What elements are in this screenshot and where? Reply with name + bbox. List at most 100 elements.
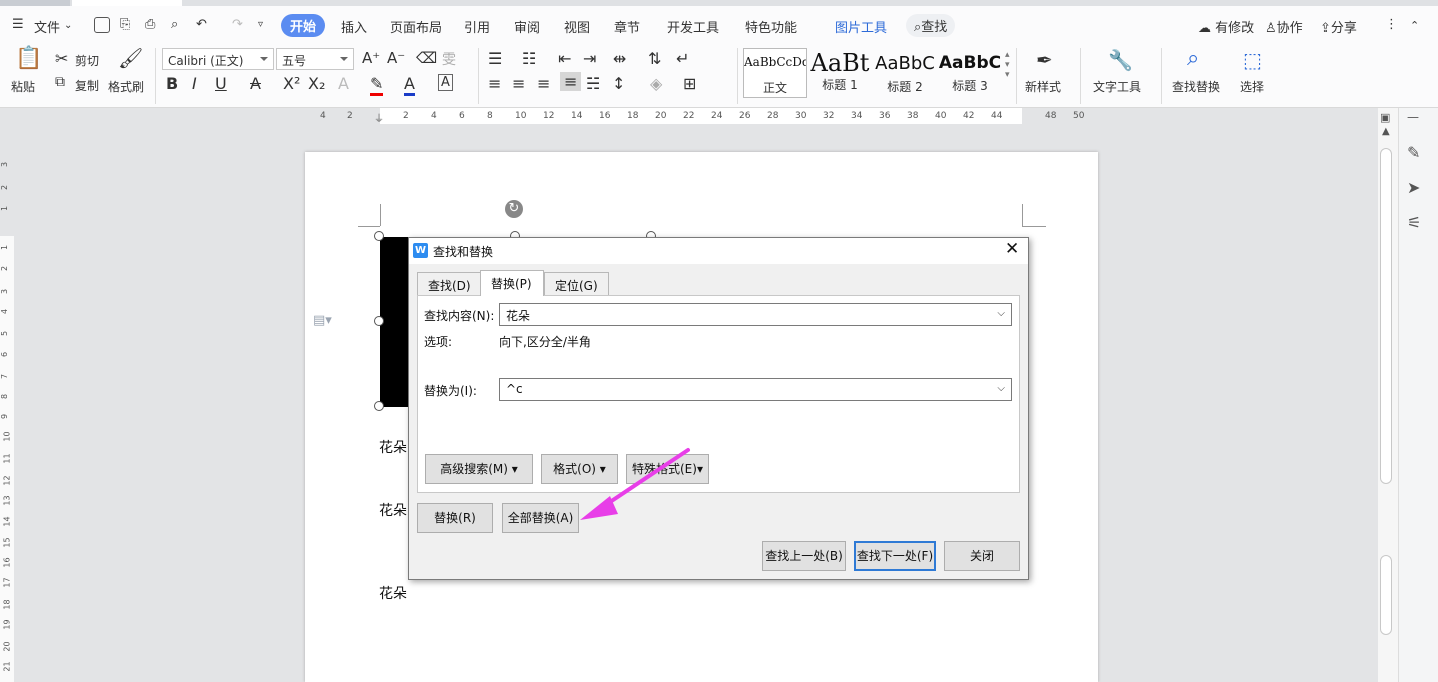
numbered-list-icon[interactable]: ☷ — [522, 49, 536, 68]
tab-chapter[interactable]: 章节 — [614, 17, 640, 36]
justify-icon[interactable]: ≡ — [560, 72, 582, 91]
tab-review[interactable]: 审阅 — [514, 17, 540, 36]
export-pdf-icon[interactable]: ⎘ — [120, 17, 130, 32]
has-changes-button[interactable]: ☁ 有修改 — [1198, 17, 1254, 36]
resize-handle[interactable] — [374, 231, 384, 241]
decrease-indent-icon[interactable]: ⇤ — [558, 49, 571, 68]
print-preview-icon[interactable]: ⌕ — [171, 17, 178, 32]
font-size-select[interactable]: 五号 — [276, 48, 354, 70]
settings-sliders-icon[interactable]: ⚟ — [1407, 213, 1421, 232]
tab-view[interactable]: 视图 — [564, 17, 590, 36]
cut-button[interactable]: 剪切 — [75, 52, 99, 69]
paste-button[interactable]: 粘贴 — [11, 78, 35, 95]
underline-icon[interactable]: U — [215, 74, 227, 93]
style-heading-3[interactable]: AaBbC 标题 3 — [938, 48, 1002, 98]
style-heading-2[interactable]: AaBbC 标题 2 — [873, 48, 937, 98]
pen-icon[interactable]: ✎ — [1407, 143, 1420, 162]
share-button[interactable]: ⇪分享 — [1320, 17, 1357, 36]
select-button[interactable]: 选择 — [1240, 78, 1264, 95]
increase-indent-icon[interactable]: ⇥ — [583, 49, 596, 68]
char-border-icon[interactable]: A — [438, 74, 453, 91]
find-previous-button[interactable]: 查找上一处(B) — [762, 541, 846, 571]
resize-handle[interactable] — [374, 316, 384, 326]
text-tools-button[interactable]: 文字工具 — [1093, 78, 1141, 95]
copy-button[interactable]: 复制 — [75, 77, 99, 94]
scrollbar-thumb-secondary[interactable] — [1380, 555, 1392, 635]
chevron-down-icon[interactable]: ⌄ — [64, 20, 72, 31]
align-right-icon[interactable]: ≡ — [537, 74, 550, 93]
collab-button[interactable]: ♙协作 — [1265, 17, 1303, 36]
find-replace-icon[interactable]: ⌕ — [1187, 46, 1199, 71]
shrink-font-icon[interactable]: A⁻ — [387, 49, 405, 67]
font-name-select[interactable]: Calibri (正文) — [162, 48, 274, 70]
strikethrough-icon[interactable]: A — [250, 74, 261, 93]
tab-page-layout[interactable]: 页面布局 — [390, 17, 442, 36]
styles-scroll-icon[interactable]: ▴ ▾ ▾ — [1005, 50, 1010, 80]
tab-references[interactable]: 引用 — [464, 17, 490, 36]
advanced-search-button[interactable]: 高级搜索(M) ▾ — [425, 454, 533, 484]
text-tools-icon[interactable]: 🔧 — [1108, 48, 1133, 72]
close-button[interactable]: 关闭 — [944, 541, 1020, 571]
show-marks-icon[interactable]: ↵ — [676, 49, 689, 68]
replace-button[interactable]: 替换(R) — [417, 503, 493, 533]
redo-icon[interactable]: ↷ — [232, 17, 243, 32]
format-painter-icon[interactable]: 🖌 — [118, 46, 143, 70]
rotate-handle-icon[interactable]: ↻ — [505, 200, 523, 218]
replace-all-button[interactable]: 全部替换(A) — [502, 503, 579, 533]
hamburger-icon[interactable]: ☰ — [12, 17, 24, 32]
find-replace-button[interactable]: 查找替换 — [1172, 78, 1220, 95]
phonetic-guide-icon[interactable]: 雯 — [442, 49, 456, 69]
tab-replace[interactable]: 替换(P) — [480, 270, 544, 296]
text-effect-icon[interactable]: A — [338, 74, 349, 93]
chevron-down-icon[interactable]: ⌵ — [997, 308, 1005, 319]
distributed-icon[interactable]: ☵ — [586, 74, 600, 93]
save-icon[interactable] — [94, 17, 110, 33]
find-next-button[interactable]: 查找下一处(F) — [854, 541, 936, 571]
close-icon[interactable]: ✕ — [1005, 239, 1019, 259]
align-left-icon[interactable]: ≡ — [488, 74, 501, 93]
style-normal[interactable]: AaBbCcDd 正文 — [743, 48, 807, 98]
align-center-icon[interactable]: ≡ — [512, 74, 525, 93]
style-heading-1[interactable]: AaBt 标题 1 — [808, 48, 872, 98]
grow-font-icon[interactable]: A⁺ — [362, 49, 380, 67]
indent-marker-icon[interactable]: ⏚ — [374, 110, 384, 125]
line-spacing-icon[interactable]: ↕ — [612, 74, 625, 93]
select-icon[interactable]: ⬚ — [1243, 48, 1262, 72]
search-box[interactable]: ⌕查找 — [906, 14, 956, 37]
scroll-up-icon[interactable]: ▲ — [1382, 126, 1390, 137]
find-input[interactable]: 花朵 ⌵ — [499, 303, 1012, 326]
new-style-button[interactable]: 新样式 — [1025, 78, 1061, 95]
subscript-icon[interactable]: X₂ — [308, 74, 325, 93]
italic-icon[interactable]: I — [192, 74, 197, 93]
resize-handle[interactable] — [374, 401, 384, 411]
borders-icon[interactable]: ⊞ — [683, 74, 696, 93]
customize-quick-access-icon[interactable]: ▿ — [258, 19, 263, 30]
tab-home[interactable]: 开始 — [281, 14, 326, 37]
clear-format-icon[interactable]: ⌫ — [416, 49, 437, 67]
tab-insert[interactable]: 插入 — [341, 17, 367, 36]
highlight-icon[interactable]: ✎ — [370, 74, 384, 96]
copy-icon[interactable]: ⧉ — [55, 74, 65, 90]
collapse-ribbon-icon[interactable]: ⌃ — [1410, 19, 1419, 32]
new-style-icon[interactable]: ✒ — [1036, 48, 1053, 72]
file-menu[interactable]: 文件 — [34, 17, 60, 36]
replace-input[interactable]: ^c ⌵ — [499, 378, 1012, 401]
print-icon[interactable]: ⎙ — [145, 17, 155, 32]
tab-picture-tools[interactable]: 图片工具 — [835, 17, 887, 36]
paragraph-menu-icon[interactable]: ▤▾ — [313, 313, 332, 328]
sort-icon[interactable]: ⇅ — [648, 49, 661, 68]
dialog-titlebar[interactable] — [409, 238, 1028, 264]
shading-icon[interactable]: ◈ — [650, 74, 662, 93]
tab-developer[interactable]: 开发工具 — [667, 17, 719, 36]
more-icon[interactable]: ⋮ — [1385, 17, 1398, 32]
paste-icon[interactable]: 📋 — [15, 46, 42, 71]
scissors-icon[interactable]: ✂ — [55, 49, 68, 68]
tab-goto[interactable]: 定位(G) — [544, 272, 609, 296]
superscript-icon[interactable]: X² — [283, 74, 300, 93]
bold-icon[interactable]: B — [166, 74, 178, 93]
font-color-icon[interactable]: A — [404, 74, 415, 96]
undo-icon[interactable]: ↶ — [196, 17, 207, 32]
bullet-list-icon[interactable]: ☰ — [488, 49, 502, 68]
tab-special-features[interactable]: 特色功能 — [745, 17, 797, 36]
cursor-icon[interactable]: ➤ — [1407, 178, 1420, 197]
